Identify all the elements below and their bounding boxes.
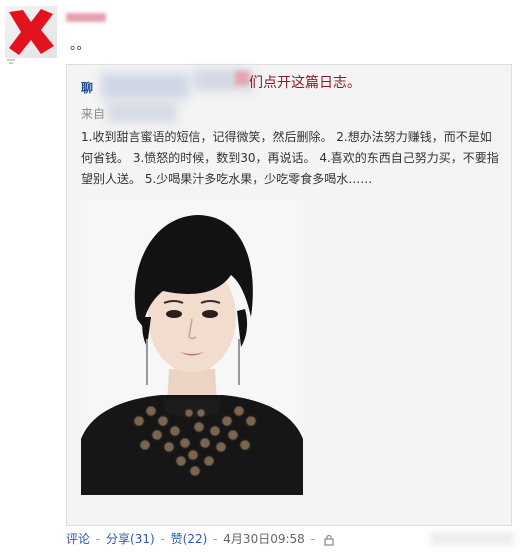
separator: -	[213, 532, 218, 546]
article-photo[interactable]	[81, 199, 303, 495]
redacted-author-block	[101, 73, 189, 99]
redacted-source-block	[107, 101, 177, 123]
comment-link[interactable]: 评论	[66, 532, 90, 546]
card-title[interactable]: 们点开这篇日志。	[249, 72, 361, 92]
status-text: 。。	[70, 38, 90, 53]
like-link[interactable]: 赞(22)	[171, 532, 208, 546]
user-avatar[interactable]	[5, 6, 57, 58]
portrait-image	[81, 199, 303, 495]
post-footer: 评论 - 分享(31) - 赞(22) - 4月30日09:58 -	[66, 530, 335, 547]
shared-blog-card: 聊 们点开这篇日志。 来自 1.收到甜言蜜语的短信，记得微笑，然后删除。 2.想…	[66, 64, 512, 526]
privacy-lock-icon[interactable]	[323, 534, 335, 546]
separator: -	[310, 532, 315, 546]
card-body-text: 1.收到甜言蜜语的短信，记得微笑，然后删除。 2.想办法努力赚钱，而不是如何省钱…	[81, 130, 499, 186]
username-link[interactable]	[66, 10, 106, 24]
card-author-label[interactable]: 聊	[81, 79, 93, 96]
redaction-x-icon	[9, 9, 54, 55]
avatar-badge-icon	[7, 59, 15, 64]
separator: -	[160, 532, 165, 546]
card-source-label: 来自	[81, 107, 106, 121]
username-redacted	[66, 13, 106, 22]
timestamp: 4月30日09:58	[223, 532, 305, 546]
separator: -	[95, 532, 101, 546]
share-link[interactable]: 分享(31)	[106, 532, 155, 546]
watermark-redacted	[430, 532, 514, 546]
redacted-title-pink	[235, 71, 249, 85]
